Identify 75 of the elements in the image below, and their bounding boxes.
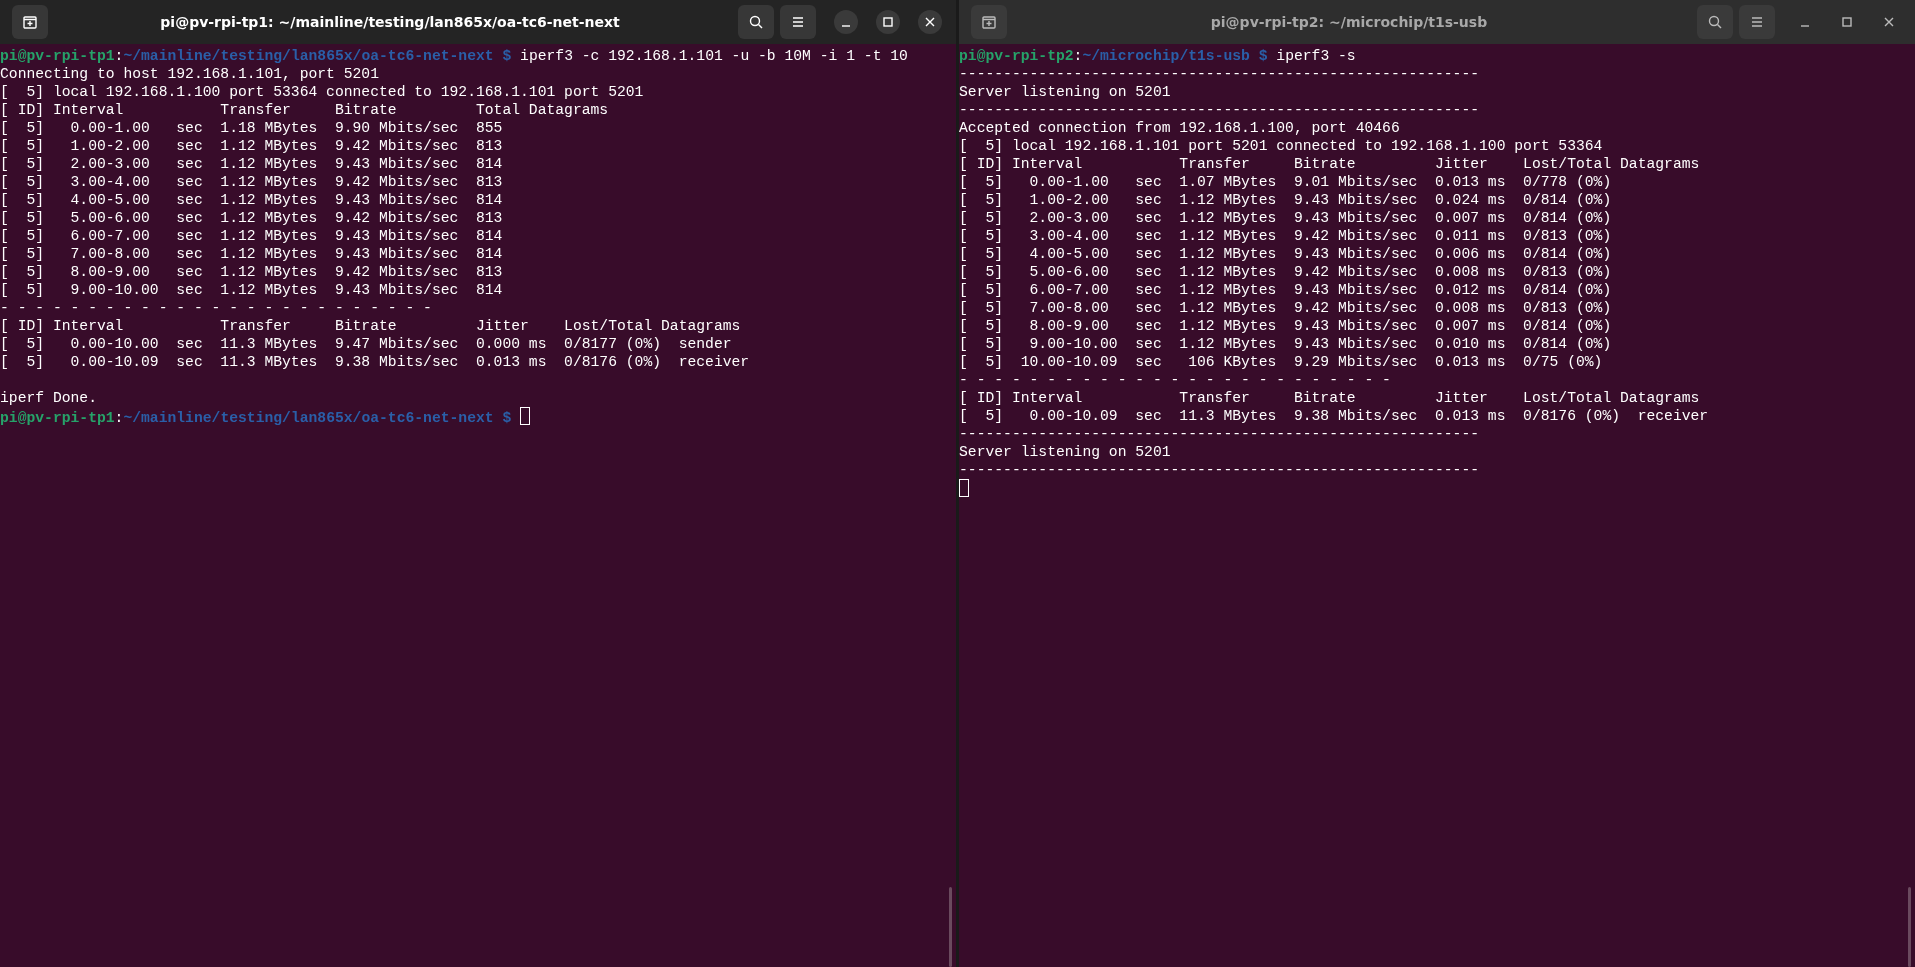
menu-button[interactable] [1739,5,1775,39]
output-line: [ 5] 7.00-8.00 sec 1.12 MBytes 9.43 Mbits/sec 814 [0,245,504,263]
output-line: [ 5] 6.00-7.00 sec 1.12 MBytes 9.43 Mbits/sec 0.012 ms 0/814 (0%) [959,281,1613,299]
minimize-icon [1800,25,1810,27]
prompt-path: ~/mainline/testing/lan865x/oa-tc6-net-next $ [123,410,512,426]
output-line: [ 5] 3.00-4.00 sec 1.12 MBytes 9.42 Mbits/sec 0.011 ms 0/813 (0%) [959,227,1613,245]
output-line: [ 5] 0.00-10.00 sec 11.3 MBytes 9.47 Mbits/sec 0.000 ms 0/8177 (0%) sender [0,335,733,353]
close-button[interactable] [918,10,942,34]
menu-button[interactable] [780,5,816,39]
output-line: ----------------------------------------------------------- [959,101,1481,119]
output-line: [ 5] 0.00-1.00 sec 1.18 MBytes 9.90 Mbits/sec 855 [0,119,504,137]
output-line: - - - - - - - - - - - - - - - - - - - - - - - - - [0,299,433,317]
output-line: [ 5] 9.00-10.00 sec 1.12 MBytes 9.43 Mbits/sec 0.010 ms 0/814 (0%) [959,335,1613,353]
output-line: [ 5] 5.00-6.00 sec 1.12 MBytes 9.42 Mbits/sec 813 [0,209,504,227]
new-tab-button[interactable] [971,5,1007,39]
minimize-icon [841,25,851,27]
output-line: ----------------------------------------------------------- [959,425,1481,443]
menu-icon [790,14,806,30]
maximize-button[interactable] [876,10,900,34]
text-cursor [959,479,969,497]
output-line: [ 5] 6.00-7.00 sec 1.12 MBytes 9.43 Mbits/sec 814 [0,227,504,245]
prompt-path: ~/mainline/testing/lan865x/oa-tc6-net-next $ [123,48,512,64]
search-icon [1707,14,1723,30]
window-title: pi@pv-rpi-tp2: ~/microchip/t1s-usb [1209,14,1489,30]
output-line: iperf Done. [0,389,98,407]
output-line: [ 5] 9.00-10.00 sec 1.12 MBytes 9.43 Mbits/sec 814 [0,281,504,299]
output-line: [ ID] Interval Transfer Bitrate Jitter Lost/Total Datagrams [959,155,1701,173]
output-line: [ ID] Interval Transfer Bitrate Total Datagrams [0,101,610,119]
search-button[interactable] [738,5,774,39]
output-line: Server listening on 5201 [959,83,1172,101]
output-line: Accepted connection from 192.168.1.100, port 40466 [959,119,1401,137]
search-icon [748,14,764,30]
output-line: [ 5] local 192.168.1.101 port 5201 connected to 192.168.1.100 port 53364 [959,137,1604,155]
output-line: [ 5] 4.00-5.00 sec 1.12 MBytes 9.43 Mbits/sec 0.006 ms 0/814 (0%) [959,245,1613,263]
command-text: iperf3 -c 192.168.1.101 -u -b 10M -i 1 -t 10 [520,48,908,64]
output-line: Connecting to host 192.168.1.101, port 5201 [0,65,380,83]
output-line: - - - - - - - - - - - - - - - - - - - - - - - - - [959,371,1392,389]
output-line: Server listening on 5201 [959,443,1172,461]
output-line: [ 5] 0.00-1.00 sec 1.07 MBytes 9.01 Mbits/sec 0.013 ms 0/778 (0%) [959,173,1613,191]
maximize-icon [883,17,893,27]
new-tab-button[interactable] [12,5,48,39]
maximize-icon [1842,17,1852,27]
output-line: [ 5] 4.00-5.00 sec 1.12 MBytes 9.43 Mbits/sec 814 [0,191,504,209]
output-line: [ 5] 0.00-10.09 sec 11.3 MBytes 9.38 Mbits/sec 0.013 ms 0/8176 (0%) receiver [0,353,751,371]
new-tab-icon [22,14,38,30]
output-line: [ 5] 1.00-2.00 sec 1.12 MBytes 9.43 Mbits/sec 0.024 ms 0/814 (0%) [959,191,1613,209]
output-line: [ 5] 2.00-3.00 sec 1.12 MBytes 9.43 Mbits/sec 0.007 ms 0/814 (0%) [959,209,1613,227]
output-line: [ ID] Interval Transfer Bitrate Jitter Lost/Total Datagrams [0,317,742,335]
prompt-path: ~/microchip/t1s-usb $ [1082,48,1268,64]
scrollbar-thumb[interactable] [1908,887,1911,967]
output-line: [ 5] 10.00-10.09 sec 106 KBytes 9.29 Mbits/sec 0.013 ms 0/75 (0%) [959,353,1604,371]
output-line: [ 5] 3.00-4.00 sec 1.12 MBytes 9.42 Mbits/sec 813 [0,173,504,191]
scrollbar-thumb[interactable] [949,887,952,967]
menu-icon [1749,14,1765,30]
prompt-user-host: pi@pv-rpi-tp2: [959,48,1083,64]
close-icon [1884,17,1894,27]
output-line: [ 5] 8.00-9.00 sec 1.12 MBytes 9.42 Mbits/sec 813 [0,263,504,281]
command-text: iperf3 -s [1276,48,1356,64]
output-line: [ 5] 0.00-10.09 sec 11.3 MBytes 9.38 Mbits/sec 0.013 ms 0/8176 (0%) receiver [959,407,1710,425]
output-line: [ 5] 5.00-6.00 sec 1.12 MBytes 9.42 Mbits/sec 0.008 ms 0/813 (0%) [959,263,1613,281]
output-line: [ 5] 7.00-8.00 sec 1.12 MBytes 9.42 Mbits/sec 0.008 ms 0/813 (0%) [959,299,1613,317]
output-line: [ 5] local 192.168.1.100 port 53364 connected to 192.168.1.101 port 5201 [0,83,645,101]
output-line: [ 5] 2.00-3.00 sec 1.12 MBytes 9.43 Mbits/sec 814 [0,155,504,173]
output-line: ----------------------------------------------------------- [959,65,1481,83]
output-line: [ ID] Interval Transfer Bitrate Jitter Lost/Total Datagrams [959,389,1701,407]
close-icon [925,17,935,27]
minimize-button[interactable] [834,10,858,34]
prompt-user-host: pi@pv-rpi-tp1: [0,410,124,426]
output-line: ----------------------------------------------------------- [959,461,1481,479]
prompt-user-host: pi@pv-rpi-tp1: [0,48,124,64]
new-tab-icon [981,14,997,30]
search-button[interactable] [1697,5,1733,39]
output-line: [ 5] 8.00-9.00 sec 1.12 MBytes 9.43 Mbits/sec 0.007 ms 0/814 (0%) [959,317,1613,335]
window-title: pi@pv-rpi-tp1: ~/mainline/testing/lan865x/oa-tc6-net-next [159,14,621,30]
output-line: [ 5] 1.00-2.00 sec 1.12 MBytes 9.42 Mbits/sec 813 [0,137,504,155]
